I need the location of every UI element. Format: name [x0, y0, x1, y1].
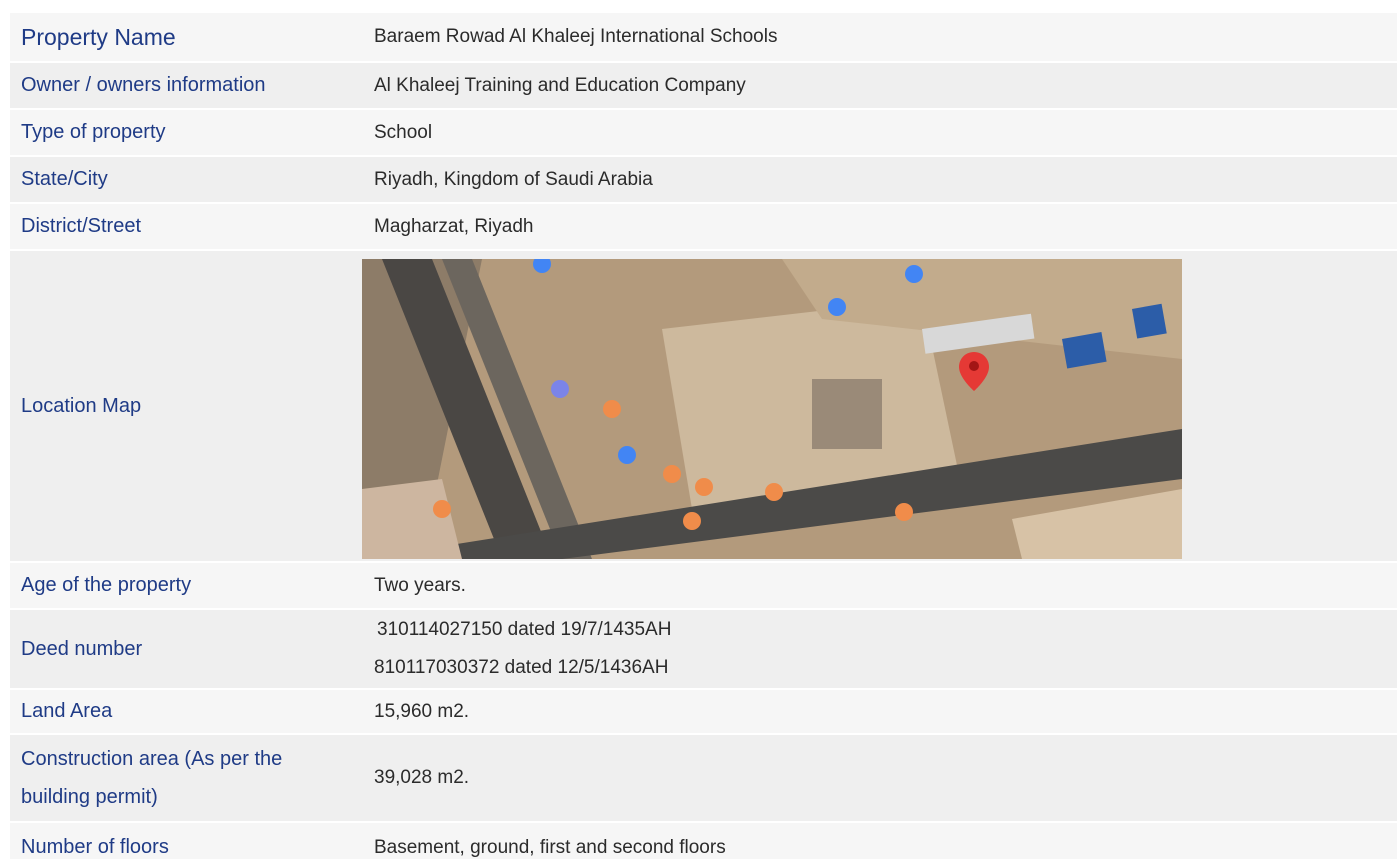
- state-city-value: Riyadh, Kingdom of Saudi Arabia: [374, 168, 653, 190]
- row-floors: Number of floors Basement, ground, first…: [10, 823, 1397, 861]
- row-owner: Owner / owners information Al Khaleej Tr…: [10, 63, 1397, 110]
- age-value: Two years.: [374, 574, 466, 596]
- owner-value: Al Khaleej Training and Education Compan…: [374, 74, 746, 96]
- type-label: Type of property: [21, 121, 166, 143]
- construction-area-label-line-1: Construction area (As per the: [21, 748, 283, 770]
- row-deed: Deed number 310114027150 dated 19/7/1435…: [10, 610, 1397, 690]
- row-type: Type of property School: [10, 110, 1397, 157]
- deed-number-1: 310114027150 dated 19/7/1435AH: [377, 619, 672, 640]
- construction-area-label-line-2: building permit): [21, 786, 158, 808]
- row-age: Age of the property Two years.: [10, 563, 1397, 610]
- district-label: District/Street: [21, 215, 142, 237]
- age-label: Age of the property: [21, 574, 192, 596]
- property-info-table: Property Name Baraem Rowad Al Khaleej In…: [10, 13, 1397, 861]
- row-district: District/Street Magharzat, Riyadh: [10, 204, 1397, 251]
- floors-label: Number of floors: [21, 836, 169, 858]
- row-construction-area: Construction area (As per the building p…: [10, 735, 1397, 823]
- location-map-label: Location Map: [21, 394, 142, 417]
- satellite-map-image: [362, 259, 1182, 559]
- row-land-area: Land Area 15,960 m2.: [10, 690, 1397, 735]
- property-name-value: Baraem Rowad Al Khaleej International Sc…: [374, 26, 778, 47]
- row-state-city: State/City Riyadh, Kingdom of Saudi Arab…: [10, 157, 1397, 204]
- deed-label: Deed number: [21, 637, 143, 660]
- type-value: School: [374, 121, 433, 143]
- property-name-label: Property Name: [21, 23, 176, 50]
- land-area-label: Land Area: [21, 700, 113, 722]
- construction-area-value: 39,028 m2.: [374, 767, 470, 788]
- row-location-map: Location Map: [10, 251, 1397, 563]
- floors-value: Basement, ground, first and second floor…: [374, 837, 726, 858]
- district-value: Magharzat, Riyadh: [374, 215, 534, 237]
- row-property-name: Property Name Baraem Rowad Al Khaleej In…: [10, 13, 1397, 63]
- deed-number-2: 810117030372 dated 12/5/1436AH: [374, 657, 669, 678]
- state-city-label: State/City: [21, 168, 108, 190]
- land-area-value: 15,960 m2.: [374, 700, 470, 722]
- owner-label: Owner / owners information: [21, 74, 266, 96]
